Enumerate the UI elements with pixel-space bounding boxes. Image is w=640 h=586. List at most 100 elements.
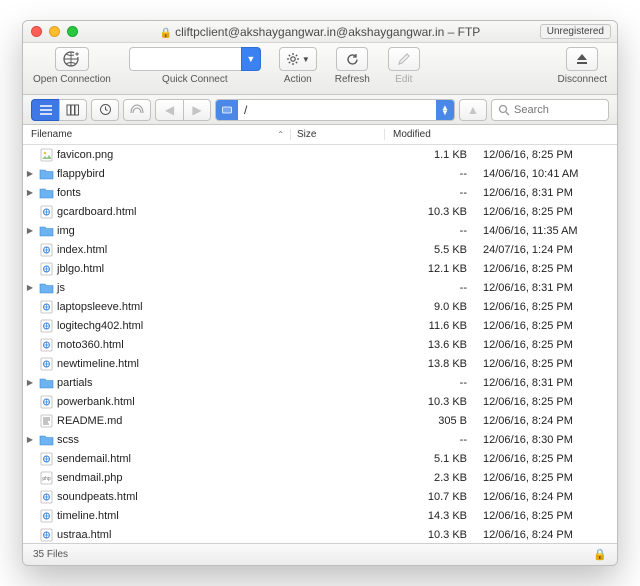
file-size: 10.3 KB bbox=[403, 396, 475, 408]
clock-icon bbox=[99, 103, 112, 116]
column-modified[interactable]: Modified bbox=[385, 129, 617, 140]
search-field[interactable] bbox=[491, 99, 609, 121]
table-row[interactable]: ▶flappybird--14/06/16, 10:41 AM bbox=[23, 164, 617, 183]
table-row[interactable]: ▶fonts--12/06/16, 8:31 PM bbox=[23, 183, 617, 202]
table-row[interactable]: jblgo.html12.1 KB12/06/16, 8:25 PM bbox=[23, 259, 617, 278]
file-type-icon bbox=[37, 187, 55, 199]
table-row[interactable]: ▶partials--12/06/16, 8:31 PM bbox=[23, 373, 617, 392]
file-modified: 12/06/16, 8:25 PM bbox=[475, 396, 617, 408]
file-name: index.html bbox=[55, 244, 403, 256]
triangle-up-icon: ▲ bbox=[467, 103, 479, 117]
disclosure-triangle-icon[interactable]: ▶ bbox=[23, 226, 37, 235]
file-type-icon bbox=[37, 243, 55, 257]
history-button[interactable] bbox=[91, 99, 119, 121]
file-modified: 12/06/16, 8:25 PM bbox=[475, 301, 617, 313]
table-row[interactable]: ▶scss--12/06/16, 8:30 PM bbox=[23, 430, 617, 449]
table-row[interactable]: ▶img--14/06/16, 11:35 AM bbox=[23, 221, 617, 240]
file-modified: 12/06/16, 8:25 PM bbox=[475, 339, 617, 351]
up-directory-button[interactable]: ▲ bbox=[459, 99, 487, 121]
file-size: 5.1 KB bbox=[403, 453, 475, 465]
file-type-icon bbox=[37, 509, 55, 523]
file-name: gcardboard.html bbox=[55, 206, 403, 218]
open-connection-button[interactable] bbox=[55, 47, 89, 71]
bonjour-icon bbox=[130, 103, 144, 116]
quick-connect-dropdown[interactable]: ▼ bbox=[241, 47, 261, 71]
table-row[interactable]: ustraa.html10.3 KB12/06/16, 8:24 PM bbox=[23, 525, 617, 543]
file-type-icon bbox=[37, 414, 55, 428]
table-row[interactable]: moto360.html13.6 KB12/06/16, 8:25 PM bbox=[23, 335, 617, 354]
column-size[interactable]: Size bbox=[291, 129, 385, 140]
nav-back-button[interactable]: ◀ bbox=[155, 99, 183, 121]
file-modified: 14/06/16, 10:41 AM bbox=[475, 168, 617, 180]
file-type-icon bbox=[37, 395, 55, 409]
disconnect-button[interactable] bbox=[566, 47, 598, 71]
view-columns-button[interactable] bbox=[59, 99, 87, 121]
file-size: 1.1 KB bbox=[403, 149, 475, 161]
disclosure-triangle-icon[interactable]: ▶ bbox=[23, 435, 37, 444]
file-name: ustraa.html bbox=[55, 529, 403, 541]
triangle-right-icon: ▶ bbox=[192, 103, 201, 117]
main-toolbar: Open Connection ▼ Quick Connect ▼ Action… bbox=[23, 43, 617, 95]
file-name: README.md bbox=[55, 415, 403, 427]
column-size-label: Size bbox=[297, 129, 316, 140]
file-modified: 12/06/16, 8:25 PM bbox=[475, 320, 617, 332]
disclosure-triangle-icon[interactable]: ▶ bbox=[23, 378, 37, 387]
table-row[interactable]: README.md305 B12/06/16, 8:24 PM bbox=[23, 411, 617, 430]
nav-forward-button[interactable]: ▶ bbox=[183, 99, 211, 121]
file-modified: 12/06/16, 8:24 PM bbox=[475, 529, 617, 541]
quick-connect-input[interactable] bbox=[129, 47, 241, 71]
column-filename-label: Filename bbox=[31, 129, 72, 140]
disclosure-triangle-icon[interactable]: ▶ bbox=[23, 169, 37, 178]
disclosure-triangle-icon[interactable]: ▶ bbox=[23, 188, 37, 197]
file-size: -- bbox=[403, 377, 475, 389]
table-row[interactable]: favicon.png1.1 KB12/06/16, 8:25 PM bbox=[23, 145, 617, 164]
disclosure-triangle-icon[interactable]: ▶ bbox=[23, 283, 37, 292]
title-text: cliftpclient@akshaygangwar.in@akshaygang… bbox=[175, 25, 480, 39]
table-row[interactable]: index.html5.5 KB24/07/16, 1:24 PM bbox=[23, 240, 617, 259]
refresh-button[interactable] bbox=[336, 47, 368, 71]
file-type-icon: php bbox=[37, 471, 55, 485]
search-input[interactable] bbox=[514, 104, 602, 116]
file-type-icon bbox=[37, 338, 55, 352]
table-row[interactable]: phpsendmail.php2.3 KB12/06/16, 8:25 PM bbox=[23, 468, 617, 487]
path-dropdown-icon[interactable]: ▲▼ bbox=[436, 100, 454, 120]
status-bar: 35 Files 🔒 bbox=[23, 543, 617, 565]
table-row[interactable]: sendemail.html5.1 KB12/06/16, 8:25 PM bbox=[23, 449, 617, 468]
table-row[interactable]: gcardboard.html10.3 KB12/06/16, 8:25 PM bbox=[23, 202, 617, 221]
eject-icon bbox=[575, 52, 589, 66]
bonjour-button[interactable] bbox=[123, 99, 151, 121]
quick-connect-label: Quick Connect bbox=[162, 74, 228, 85]
table-row[interactable]: laptopsleeve.html9.0 KB12/06/16, 8:25 PM bbox=[23, 297, 617, 316]
minimize-window-button[interactable] bbox=[49, 26, 60, 37]
quick-connect-combo[interactable]: ▼ bbox=[129, 47, 261, 71]
table-row[interactable]: logitechg402.html11.6 KB12/06/16, 8:25 P… bbox=[23, 316, 617, 335]
file-type-icon bbox=[37, 205, 55, 219]
file-name: logitechg402.html bbox=[55, 320, 403, 332]
file-modified: 14/06/16, 11:35 AM bbox=[475, 225, 617, 237]
file-list[interactable]: favicon.png1.1 KB12/06/16, 8:25 PM▶flapp… bbox=[23, 145, 617, 543]
table-row[interactable]: powerbank.html10.3 KB12/06/16, 8:25 PM bbox=[23, 392, 617, 411]
table-row[interactable]: newtimeline.html13.8 KB12/06/16, 8:25 PM bbox=[23, 354, 617, 373]
action-button[interactable]: ▼ bbox=[279, 47, 317, 71]
file-name: js bbox=[55, 282, 403, 294]
chevron-down-icon: ▼ bbox=[302, 55, 310, 64]
file-name: partials bbox=[55, 377, 403, 389]
edit-button[interactable] bbox=[388, 47, 420, 71]
table-row[interactable]: soundpeats.html10.7 KB12/06/16, 8:24 PM bbox=[23, 487, 617, 506]
zoom-window-button[interactable] bbox=[67, 26, 78, 37]
file-modified: 12/06/16, 8:25 PM bbox=[475, 263, 617, 275]
path-combo[interactable]: / ▲▼ bbox=[215, 99, 455, 121]
refresh-label: Refresh bbox=[335, 74, 370, 85]
close-window-button[interactable] bbox=[31, 26, 42, 37]
list-icon bbox=[39, 104, 53, 116]
sort-indicator-icon: ⌃ bbox=[277, 130, 284, 139]
refresh-icon bbox=[345, 52, 360, 67]
file-modified: 24/07/16, 1:24 PM bbox=[475, 244, 617, 256]
table-row[interactable]: ▶js--12/06/16, 8:31 PM bbox=[23, 278, 617, 297]
view-list-button[interactable] bbox=[31, 99, 59, 121]
column-filename[interactable]: Filename ⌃ bbox=[23, 129, 291, 140]
lock-icon: 🔒 bbox=[160, 28, 172, 39]
secondary-toolbar: ◀ ▶ / ▲▼ ▲ bbox=[23, 95, 617, 125]
unregistered-badge[interactable]: Unregistered bbox=[540, 24, 611, 39]
table-row[interactable]: timeline.html14.3 KB12/06/16, 8:25 PM bbox=[23, 506, 617, 525]
